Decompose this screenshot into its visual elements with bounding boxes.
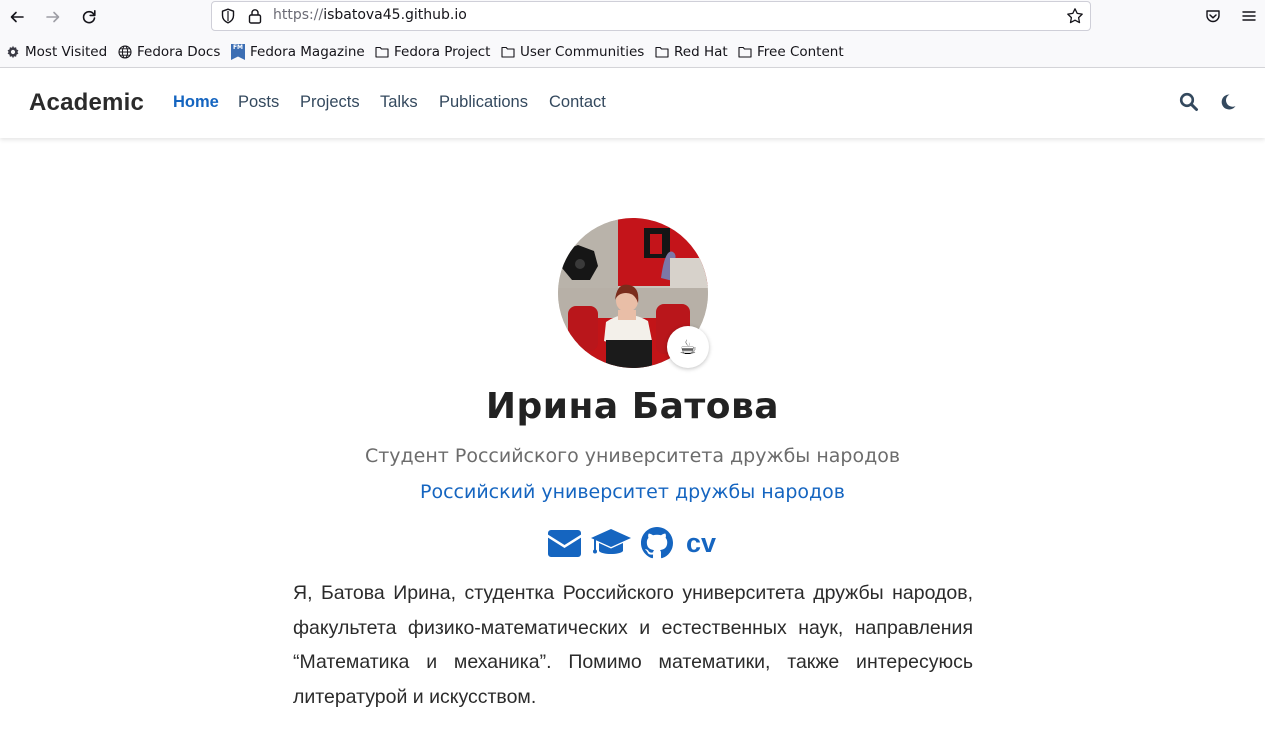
nav-posts[interactable]: Posts bbox=[238, 93, 279, 112]
url-bar[interactable]: https://isbatova45.github.io bbox=[211, 1, 1091, 31]
bookmark-red-hat[interactable]: Red Hat bbox=[655, 43, 728, 61]
profile-name: Ирина Батова bbox=[485, 386, 780, 427]
bookmark-most-visited[interactable]: Most Visited bbox=[6, 43, 107, 61]
site-navbar: Academic Home Posts Projects Talks Publi… bbox=[0, 68, 1265, 138]
back-button[interactable] bbox=[5, 5, 29, 29]
menu-button[interactable] bbox=[1239, 6, 1259, 26]
cv-link[interactable]: cv bbox=[686, 528, 716, 559]
moon-icon[interactable] bbox=[1218, 92, 1238, 112]
reload-button[interactable] bbox=[77, 5, 101, 29]
site-brand[interactable]: Academic bbox=[29, 89, 144, 117]
arrow-left-icon bbox=[10, 11, 24, 23]
nav-contact[interactable]: Contact bbox=[549, 93, 606, 112]
pocket-icon bbox=[1206, 10, 1220, 23]
profile-bio: Я, Батова Ирина, студентка Российского у… bbox=[293, 582, 973, 709]
nav-talks[interactable]: Talks bbox=[380, 93, 418, 112]
bookmark-label: Fedora Docs bbox=[137, 44, 221, 60]
bookmark-label: Fedora Project bbox=[394, 44, 491, 60]
arrow-right-icon bbox=[46, 11, 60, 23]
lock-icon[interactable] bbox=[248, 8, 262, 24]
graduation-cap-icon[interactable] bbox=[591, 528, 631, 558]
bookmark-star-icon[interactable] bbox=[1066, 7, 1084, 25]
status-emoji-badge: ☕ bbox=[667, 326, 709, 368]
globe-icon bbox=[118, 45, 132, 59]
social-links: cv bbox=[548, 526, 716, 560]
bookmark-label: User Communities bbox=[520, 44, 645, 60]
url-host: isbatova45.github.io bbox=[323, 7, 467, 23]
bookmark-label: Red Hat bbox=[674, 44, 728, 60]
fedora-magazine-icon: FM bbox=[231, 44, 245, 60]
nav-home[interactable]: Home bbox=[173, 93, 219, 112]
bookmark-label: Most Visited bbox=[25, 44, 108, 60]
shield-icon[interactable] bbox=[220, 8, 236, 24]
pocket-button[interactable] bbox=[1203, 6, 1223, 26]
bookmark-fedora-magazine[interactable]: FM Fedora Magazine bbox=[231, 43, 365, 61]
url-scheme: https:// bbox=[273, 7, 324, 23]
folder-icon bbox=[655, 46, 669, 58]
folder-icon bbox=[738, 46, 752, 58]
forward-button[interactable] bbox=[41, 5, 65, 29]
reload-icon bbox=[82, 10, 96, 24]
envelope-icon[interactable] bbox=[548, 529, 581, 557]
github-icon[interactable] bbox=[641, 527, 673, 559]
bookmark-label: Fedora Magazine bbox=[250, 44, 365, 60]
bookmark-free-content[interactable]: Free Content bbox=[738, 43, 844, 61]
search-icon[interactable] bbox=[1179, 92, 1199, 112]
bookmark-label: Free Content bbox=[757, 44, 844, 60]
folder-icon bbox=[501, 46, 515, 58]
hamburger-menu-icon bbox=[1242, 11, 1256, 21]
bookmark-fedora-docs[interactable]: Fedora Docs bbox=[118, 43, 220, 61]
folder-icon bbox=[375, 46, 389, 58]
profile-role: Студент Российского университета дружбы … bbox=[364, 445, 901, 467]
bookmark-user-communities[interactable]: User Communities bbox=[501, 43, 644, 61]
nav-projects[interactable]: Projects bbox=[300, 93, 360, 112]
bookmark-fedora-project[interactable]: Fedora Project bbox=[375, 43, 490, 61]
nav-publications[interactable]: Publications bbox=[439, 93, 528, 112]
gear-icon bbox=[7, 45, 19, 59]
browser-toolbar: https://isbatova45.github.io bbox=[0, 0, 1265, 34]
bookmarks-bar: Most Visited Fedora Docs FM Fedora Magaz… bbox=[0, 34, 1265, 68]
url-text[interactable]: https://isbatova45.github.io bbox=[273, 7, 467, 23]
profile-organization-link[interactable]: Российский университет дружбы народов bbox=[0, 481, 1265, 503]
